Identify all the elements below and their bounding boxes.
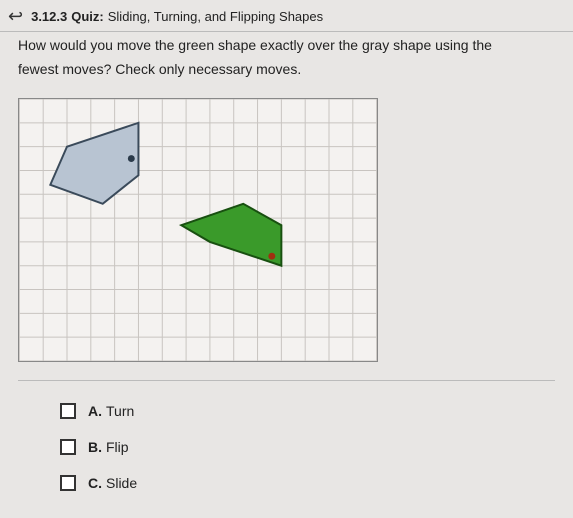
option-label: Flip — [106, 439, 129, 455]
quiz-title: Sliding, Turning, and Flipping Shapes — [108, 9, 323, 24]
gray-dot-icon — [128, 155, 135, 162]
option-letter: B. — [88, 439, 102, 455]
option-letter: C. — [88, 475, 102, 491]
grid-canvas — [18, 98, 378, 362]
question-line1: How would you move the green shape exact… — [18, 34, 555, 58]
green-shape — [181, 203, 281, 265]
question-text: How would you move the green shape exact… — [0, 31, 573, 94]
back-arrow-icon[interactable]: ↩ — [8, 6, 23, 27]
option-label: Slide — [106, 475, 137, 491]
checkbox-b[interactable] — [60, 439, 76, 455]
checkbox-c[interactable] — [60, 475, 76, 491]
quiz-number: 3.12.3 — [31, 9, 67, 24]
quiz-header: ↩ 3.12.3 Quiz: Sliding, Turning, and Fli… — [0, 0, 573, 31]
figure-area — [18, 98, 378, 362]
option-row-b: B. Flip — [60, 439, 573, 455]
checkbox-a[interactable] — [60, 403, 76, 419]
option-row-a: A. Turn — [60, 403, 573, 419]
green-dot-icon — [268, 252, 275, 259]
answer-options: A. Turn B. Flip C. Slide — [0, 381, 573, 491]
question-line2: fewest moves? Check only necessary moves… — [18, 58, 555, 82]
quiz-label: Quiz: — [71, 9, 104, 24]
option-row-c: C. Slide — [60, 475, 573, 491]
option-label: Turn — [106, 403, 134, 419]
gray-shape — [50, 122, 138, 203]
option-letter: A. — [88, 403, 102, 419]
